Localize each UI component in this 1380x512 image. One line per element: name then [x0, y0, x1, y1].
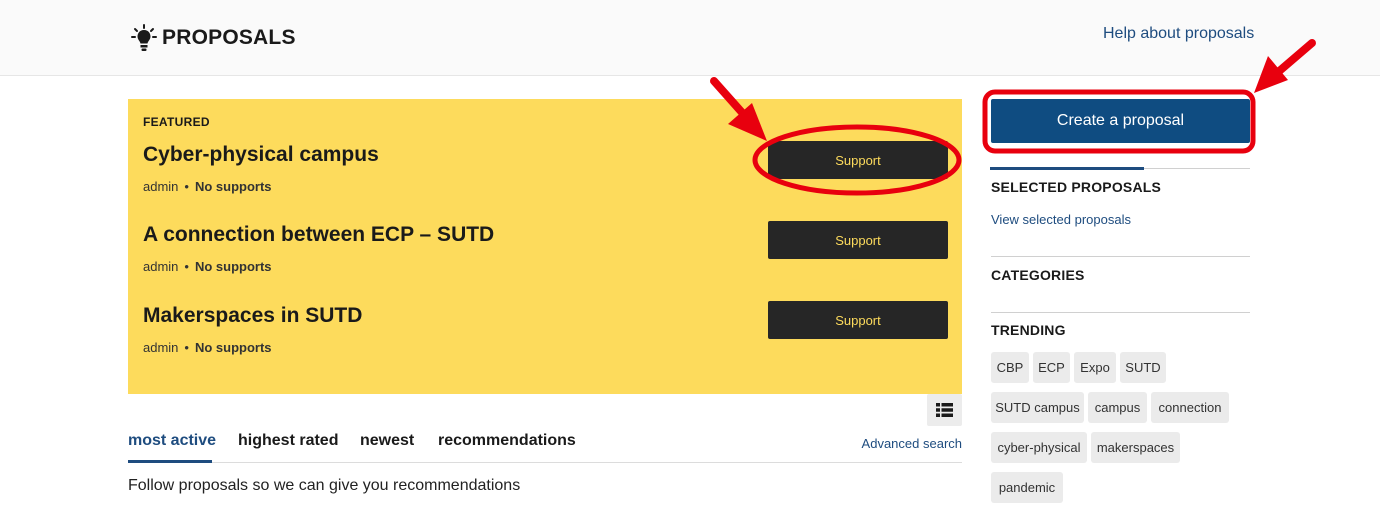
section-accent	[990, 167, 1144, 170]
proposal-author: admin	[143, 179, 179, 194]
page-header: PROPOSALS	[131, 24, 296, 52]
tag-chip[interactable]: CBP	[991, 352, 1029, 383]
categories-section: CATEGORIES	[991, 256, 1250, 296]
tab-recommendations[interactable]: recommendations	[438, 432, 576, 463]
trending-section: TRENDING	[991, 312, 1250, 342]
categories-heading: CATEGORIES	[991, 267, 1085, 283]
tag-chip[interactable]: makerspaces	[1091, 432, 1180, 463]
advanced-search-link[interactable]: Advanced search	[862, 436, 962, 451]
proposal-meta: admin • No supports	[143, 340, 272, 355]
proposal-meta: admin • No supports	[143, 179, 272, 194]
featured-proposals: FEATURED Cyber-physical campus admin • No …	[128, 99, 962, 394]
proposal-title[interactable]: Makerspaces in SUTD	[143, 304, 362, 328]
page-title: PROPOSALS	[162, 26, 296, 49]
selected-proposals-section: SELECTED PROPOSALS	[990, 167, 1250, 238]
support-count: No supports	[194, 340, 272, 355]
tag-chip[interactable]: pandemic	[991, 472, 1063, 503]
featured-item: Cyber-physical campus admin • No supports …	[143, 141, 948, 203]
proposal-author: admin	[143, 259, 179, 274]
selected-proposals-heading: SELECTED PROPOSALS	[991, 179, 1162, 195]
tab-most-active[interactable]: most active	[128, 432, 216, 463]
tag-chip[interactable]: cyber-physical	[991, 432, 1087, 463]
featured-item: Makerspaces in SUTD admin • No supports Su…	[143, 301, 948, 364]
proposal-meta: admin • No supports	[143, 259, 272, 274]
create-proposal-button[interactable]: Create a proposal	[991, 99, 1250, 143]
list-view-icon	[936, 403, 953, 417]
trending-heading: TRENDING	[991, 322, 1066, 338]
separator-dot: •	[184, 340, 189, 355]
view-mode-toggle[interactable]	[927, 394, 962, 426]
tab-newest[interactable]: newest	[360, 432, 414, 463]
tag-chip[interactable]: ECP	[1033, 352, 1070, 383]
tag-chip[interactable]: SUTD campus	[991, 392, 1084, 423]
tag-chip[interactable]: Expo	[1074, 352, 1116, 383]
separator-dot: •	[184, 179, 189, 194]
order-tabs: most active highest rated newest recomme…	[128, 432, 962, 463]
lightbulb-icon	[131, 24, 157, 51]
tag-chip[interactable]: SUTD	[1120, 352, 1166, 383]
tab-highest-rated[interactable]: highest rated	[238, 432, 338, 463]
top-bar: PROPOSALS Help about proposals	[0, 0, 1380, 76]
tag-chip[interactable]: connection	[1151, 392, 1229, 423]
proposal-title[interactable]: A connection between ECP – SUTD	[143, 223, 494, 247]
view-selected-proposals-link[interactable]: View selected proposals	[991, 212, 1131, 227]
help-link[interactable]: Help about proposals	[1103, 25, 1254, 43]
tag-chip[interactable]: campus	[1088, 392, 1147, 423]
proposal-author: admin	[143, 340, 179, 355]
support-button[interactable]: Support	[768, 301, 948, 339]
proposal-title[interactable]: Cyber-physical campus	[143, 143, 379, 167]
featured-item: A connection between ECP – SUTD admin • No…	[143, 221, 948, 283]
featured-label: FEATURED	[143, 115, 210, 129]
support-count: No supports	[194, 259, 272, 274]
recommendations-note: Follow proposals so we can give you reco…	[128, 477, 521, 494]
support-button[interactable]: Support	[768, 221, 948, 259]
support-count: No supports	[194, 179, 272, 194]
separator-dot: •	[184, 259, 189, 274]
support-button[interactable]: Support	[768, 141, 948, 179]
